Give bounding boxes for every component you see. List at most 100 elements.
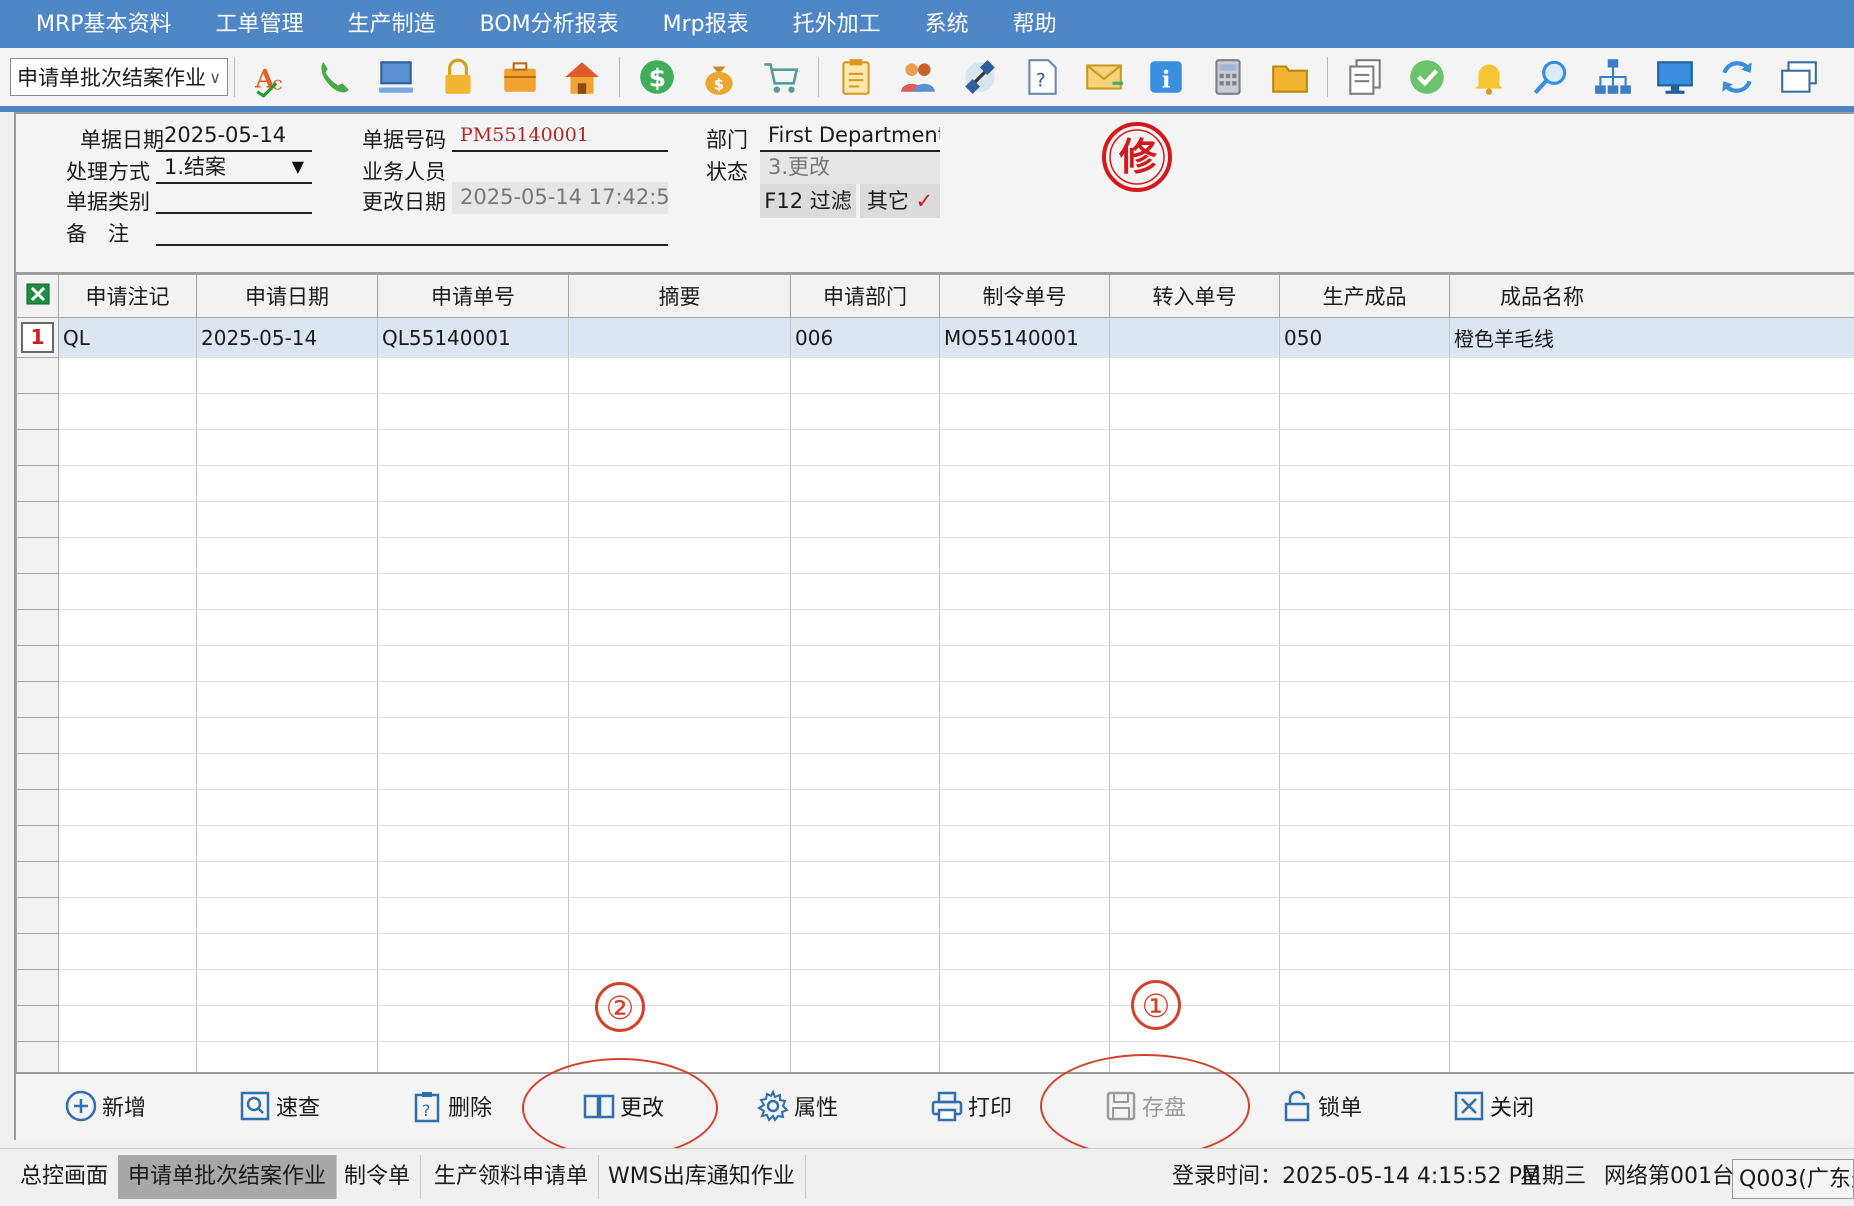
col-apply-no[interactable]: 申请单号: [378, 275, 569, 318]
monitor-icon[interactable]: [1650, 52, 1700, 102]
calculator-icon[interactable]: [1203, 52, 1253, 102]
row-number[interactable]: [17, 574, 59, 610]
empty-cell[interactable]: [940, 358, 1110, 394]
empty-cell[interactable]: [940, 430, 1110, 466]
empty-cell[interactable]: [1450, 1006, 1854, 1042]
money-bag-icon[interactable]: $: [694, 52, 744, 102]
empty-cell[interactable]: [1450, 790, 1854, 826]
empty-cell[interactable]: [1280, 898, 1450, 934]
row-number[interactable]: 1: [17, 318, 59, 358]
program-select[interactable]: 申请单批次结案作业 ∨: [10, 58, 228, 96]
category-field[interactable]: [156, 182, 312, 214]
empty-cell[interactable]: [1280, 1006, 1450, 1042]
empty-cell[interactable]: [1450, 430, 1854, 466]
excel-export-icon[interactable]: [17, 275, 59, 318]
empty-cell[interactable]: [1450, 718, 1854, 754]
dept-field[interactable]: First Department: [760, 120, 940, 152]
empty-cell[interactable]: [197, 610, 378, 646]
empty-cell[interactable]: [59, 466, 197, 502]
empty-cell[interactable]: [569, 394, 791, 430]
empty-cell[interactable]: [940, 898, 1110, 934]
empty-row[interactable]: [17, 502, 1854, 538]
empty-cell[interactable]: [569, 754, 791, 790]
cart-icon[interactable]: [756, 52, 806, 102]
tab-manufacturing-order[interactable]: 制令单: [334, 1155, 421, 1199]
empty-cell[interactable]: [1280, 754, 1450, 790]
remark-field[interactable]: [156, 214, 668, 246]
empty-row[interactable]: [17, 574, 1854, 610]
cell-apply-no[interactable]: QL55140001: [378, 318, 569, 358]
menu-mrp-report[interactable]: Mrp报表: [641, 0, 771, 48]
col-product[interactable]: 生产成品: [1280, 275, 1450, 318]
empty-cell[interactable]: [569, 430, 791, 466]
empty-row[interactable]: [17, 682, 1854, 718]
tab-batch-close[interactable]: 申请单批次结案作业: [118, 1155, 337, 1199]
empty-cell[interactable]: [1280, 610, 1450, 646]
empty-row[interactable]: [17, 826, 1854, 862]
menu-outsourcing[interactable]: 托外加工: [771, 0, 903, 48]
empty-cell[interactable]: [197, 358, 378, 394]
empty-cell[interactable]: [940, 466, 1110, 502]
empty-cell[interactable]: [1280, 430, 1450, 466]
spellcheck-icon[interactable]: Ac: [247, 52, 297, 102]
empty-cell[interactable]: [940, 574, 1110, 610]
empty-cell[interactable]: [59, 394, 197, 430]
empty-cell[interactable]: [378, 466, 569, 502]
empty-cell[interactable]: [940, 718, 1110, 754]
empty-cell[interactable]: [59, 682, 197, 718]
empty-cell[interactable]: [378, 826, 569, 862]
check-icon[interactable]: [1402, 52, 1452, 102]
col-apply-date[interactable]: 申请日期: [197, 275, 378, 318]
empty-cell[interactable]: [1110, 718, 1280, 754]
empty-cell[interactable]: [59, 358, 197, 394]
empty-cell[interactable]: [940, 502, 1110, 538]
staff-field[interactable]: [452, 152, 668, 184]
info-icon[interactable]: i: [1141, 52, 1191, 102]
empty-cell[interactable]: [569, 574, 791, 610]
help-doc-icon[interactable]: ?: [1017, 52, 1067, 102]
empty-cell[interactable]: [1110, 502, 1280, 538]
satellite-icon[interactable]: [955, 52, 1005, 102]
empty-cell[interactable]: [1110, 682, 1280, 718]
empty-cell[interactable]: [378, 538, 569, 574]
empty-row[interactable]: [17, 934, 1854, 970]
other-button[interactable]: 其它 ✓: [860, 184, 940, 218]
empty-cell[interactable]: [59, 1042, 197, 1073]
empty-cell[interactable]: [1110, 646, 1280, 682]
empty-cell[interactable]: [59, 574, 197, 610]
empty-cell[interactable]: [1450, 934, 1854, 970]
empty-cell[interactable]: [197, 502, 378, 538]
empty-cell[interactable]: [1110, 466, 1280, 502]
empty-cell[interactable]: [1450, 826, 1854, 862]
empty-cell[interactable]: [791, 1006, 940, 1042]
empty-cell[interactable]: [791, 718, 940, 754]
empty-cell[interactable]: [1280, 970, 1450, 1006]
search-icon[interactable]: [1526, 52, 1576, 102]
table-row[interactable]: 1 QL 2025-05-14 QL55140001 006 MO5514000…: [17, 318, 1854, 358]
row-number[interactable]: [17, 754, 59, 790]
row-number[interactable]: [17, 430, 59, 466]
empty-row[interactable]: [17, 646, 1854, 682]
filter-button[interactable]: F12 过滤: [760, 184, 856, 218]
empty-cell[interactable]: [791, 934, 940, 970]
menu-help[interactable]: 帮助: [991, 0, 1079, 48]
empty-row[interactable]: [17, 430, 1854, 466]
method-select[interactable]: 1.结案 ▼: [156, 152, 312, 184]
empty-cell[interactable]: [791, 610, 940, 646]
empty-cell[interactable]: [197, 898, 378, 934]
empty-cell[interactable]: [197, 934, 378, 970]
empty-cell[interactable]: [940, 826, 1110, 862]
empty-cell[interactable]: [1110, 934, 1280, 970]
empty-cell[interactable]: [1280, 718, 1450, 754]
menu-production[interactable]: 生产制造: [326, 0, 458, 48]
empty-cell[interactable]: [59, 538, 197, 574]
clipboard-icon[interactable]: [831, 52, 881, 102]
empty-cell[interactable]: [1450, 862, 1854, 898]
row-number[interactable]: [17, 826, 59, 862]
empty-cell[interactable]: [791, 574, 940, 610]
empty-cell[interactable]: [940, 394, 1110, 430]
empty-cell[interactable]: [1450, 610, 1854, 646]
empty-cell[interactable]: [791, 970, 940, 1006]
empty-cell[interactable]: [1450, 538, 1854, 574]
empty-cell[interactable]: [569, 358, 791, 394]
